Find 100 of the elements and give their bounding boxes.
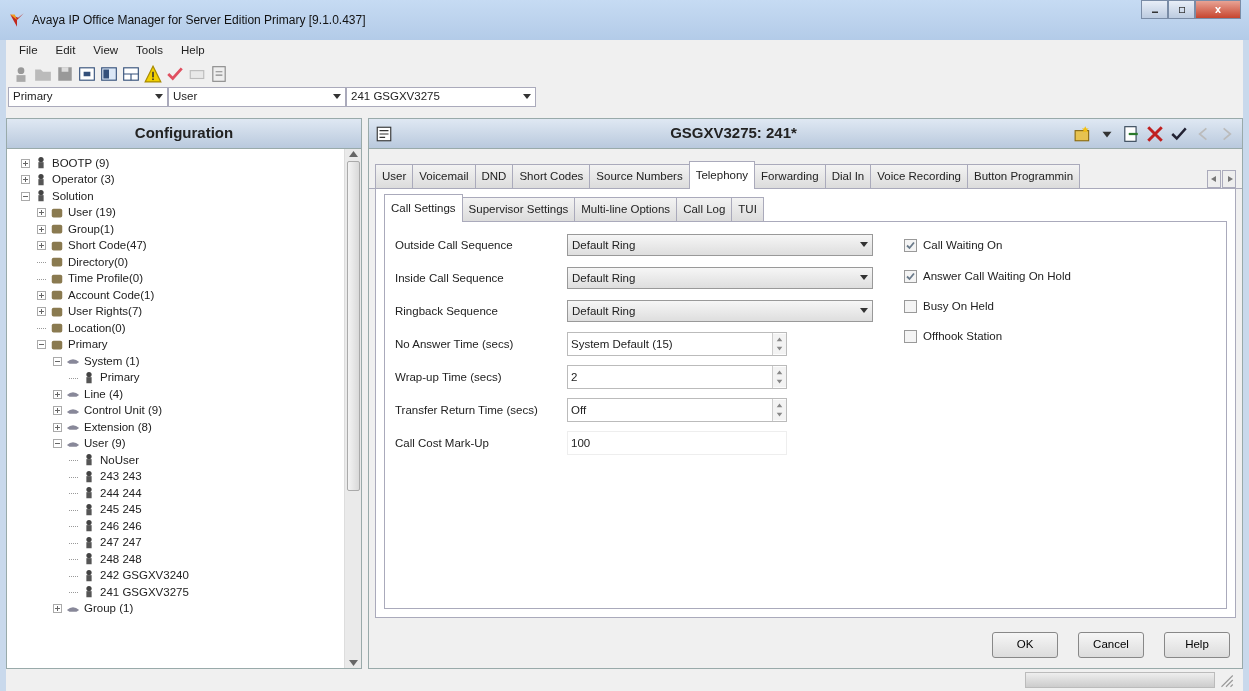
expand-icon[interactable] <box>37 241 46 251</box>
tree-item[interactable]: Directory(0) <box>68 253 129 271</box>
expand-icon[interactable] <box>37 307 46 317</box>
collapse-icon[interactable] <box>37 340 46 350</box>
collapse-icon[interactable] <box>21 191 30 201</box>
tab[interactable]: TUI <box>731 197 764 222</box>
tree-item[interactable]: Account Code(1) <box>68 286 155 304</box>
checkbox[interactable] <box>904 299 917 313</box>
dropdown-field[interactable]: Primary <box>8 87 168 107</box>
dropdown-field[interactable]: Default Ring <box>567 267 873 290</box>
menu-item[interactable]: Help <box>171 40 214 62</box>
tree-item[interactable]: Short Code(47) <box>68 237 147 255</box>
tree-item[interactable]: User Rights(7) <box>68 303 143 321</box>
dialog-button[interactable]: Cancel <box>1078 632 1144 658</box>
menu-item[interactable]: Tools <box>127 40 172 62</box>
spin-field[interactable]: System Default (15) <box>567 332 787 357</box>
tree-item[interactable]: User (19) <box>68 204 116 222</box>
collapse-icon[interactable] <box>53 439 62 449</box>
tree-item[interactable]: System (1) <box>84 352 140 370</box>
checkbox[interactable] <box>904 330 917 344</box>
expand-icon[interactable] <box>21 158 30 168</box>
tab[interactable]: Voice Recording <box>870 163 968 188</box>
tree-item[interactable]: 245 245 <box>100 501 142 519</box>
tree-item[interactable]: Group (1) <box>84 600 134 618</box>
checkbox-option[interactable]: Call Waiting On <box>904 237 1071 255</box>
delete-icon[interactable] <box>1146 124 1164 143</box>
minimize-button[interactable] <box>1141 0 1168 19</box>
scroll-left-button[interactable] <box>1207 170 1221 188</box>
tree-item[interactable]: BOOTP (9) <box>52 154 110 172</box>
tab[interactable]: Button Programmin <box>967 163 1081 188</box>
tree-item[interactable]: 247 247 <box>100 534 142 552</box>
expand-icon[interactable] <box>53 389 62 399</box>
tree-item[interactable]: Control Unit (9) <box>84 402 162 420</box>
tree-item[interactable]: 246 246 <box>100 517 142 535</box>
dropdown-field[interactable]: Default Ring <box>567 300 873 323</box>
expand-icon[interactable] <box>37 290 46 300</box>
checkbox-option[interactable]: Answer Call Waiting On Hold <box>904 267 1071 285</box>
tree-item[interactable]: Primary <box>100 369 140 387</box>
expand-icon[interactable] <box>21 175 30 185</box>
tree-item[interactable]: 242 GSGXV3240 <box>100 567 189 585</box>
dropdown-field[interactable]: Default Ring <box>567 234 873 257</box>
checkbox-option[interactable]: Busy On Held <box>904 297 1071 315</box>
tree-item[interactable]: Line (4) <box>84 385 123 403</box>
tab[interactable]: Call Log <box>676 197 733 222</box>
tab[interactable]: Forwarding <box>754 163 826 188</box>
tree-item[interactable]: User (9) <box>84 435 126 453</box>
new-icon[interactable] <box>1074 124 1092 143</box>
spin-arrows-icon[interactable] <box>772 333 786 356</box>
tree-item[interactable]: 243 243 <box>100 468 142 486</box>
menu-item[interactable]: File <box>10 40 47 62</box>
warning-icon[interactable] <box>144 65 162 83</box>
menu-item[interactable]: View <box>84 40 128 62</box>
tab[interactable]: Multi-line Options <box>574 197 678 222</box>
tree-item[interactable]: Time Profile(0) <box>68 270 143 288</box>
panel-icon[interactable] <box>100 65 118 83</box>
tree-item[interactable]: Primary <box>68 336 108 354</box>
tab[interactable]: Voicemail <box>412 163 476 188</box>
spin-arrows-icon[interactable] <box>772 366 786 389</box>
expand-icon[interactable] <box>53 604 62 614</box>
spin-arrows-icon[interactable] <box>772 399 786 422</box>
menu-item[interactable]: Edit <box>46 40 85 62</box>
maximize-button[interactable] <box>1168 0 1195 19</box>
tree-item[interactable]: 241 GSGXV3275 <box>100 583 189 601</box>
tree-item[interactable]: Operator (3) <box>52 171 115 189</box>
tab[interactable]: User <box>375 163 414 188</box>
checkbox[interactable] <box>904 269 917 283</box>
spin-field[interactable]: Off <box>567 398 787 423</box>
dialog-button[interactable]: OK <box>992 632 1058 658</box>
tree-item[interactable]: Location(0) <box>68 319 126 337</box>
close-button[interactable] <box>1195 0 1241 19</box>
tab[interactable]: Short Codes <box>512 163 591 188</box>
tab[interactable]: Call Settings <box>384 194 463 223</box>
check-icon[interactable] <box>166 65 184 83</box>
expand-icon[interactable] <box>37 224 46 234</box>
split-icon[interactable] <box>122 65 140 83</box>
dialog-button[interactable]: Help <box>1164 632 1230 658</box>
dropdown-field[interactable]: 241 GSGXV3275 <box>346 87 536 107</box>
expand-icon[interactable] <box>53 406 62 416</box>
input-field[interactable]: 100 <box>567 431 787 456</box>
tab[interactable]: Supervisor Settings <box>461 197 576 222</box>
tab[interactable]: Dial In <box>824 163 872 188</box>
expand-icon[interactable] <box>53 422 62 432</box>
collapse-icon[interactable] <box>53 356 62 366</box>
window-icon[interactable] <box>78 65 96 83</box>
tree-item[interactable]: 244 244 <box>100 484 142 502</box>
tree-item[interactable]: Extension (8) <box>84 418 152 436</box>
scroll-right-button[interactable] <box>1222 170 1236 188</box>
spin-field[interactable]: 2 <box>567 365 787 390</box>
tree-item[interactable]: Group(1) <box>68 220 115 238</box>
tab[interactable]: Source Numbers <box>589 163 690 188</box>
scrollbar[interactable] <box>344 149 361 668</box>
export-icon[interactable] <box>1122 124 1140 143</box>
tree-item[interactable]: NoUser <box>100 451 139 469</box>
tree-item[interactable]: Solution <box>52 187 94 205</box>
tab[interactable]: Telephony <box>688 160 756 189</box>
document-icon[interactable] <box>210 65 228 83</box>
dropdown-field[interactable]: User <box>168 87 346 107</box>
checkbox[interactable] <box>904 239 917 253</box>
checkbox-option[interactable]: Offhook Station <box>904 328 1071 346</box>
expand-icon[interactable] <box>37 208 46 218</box>
